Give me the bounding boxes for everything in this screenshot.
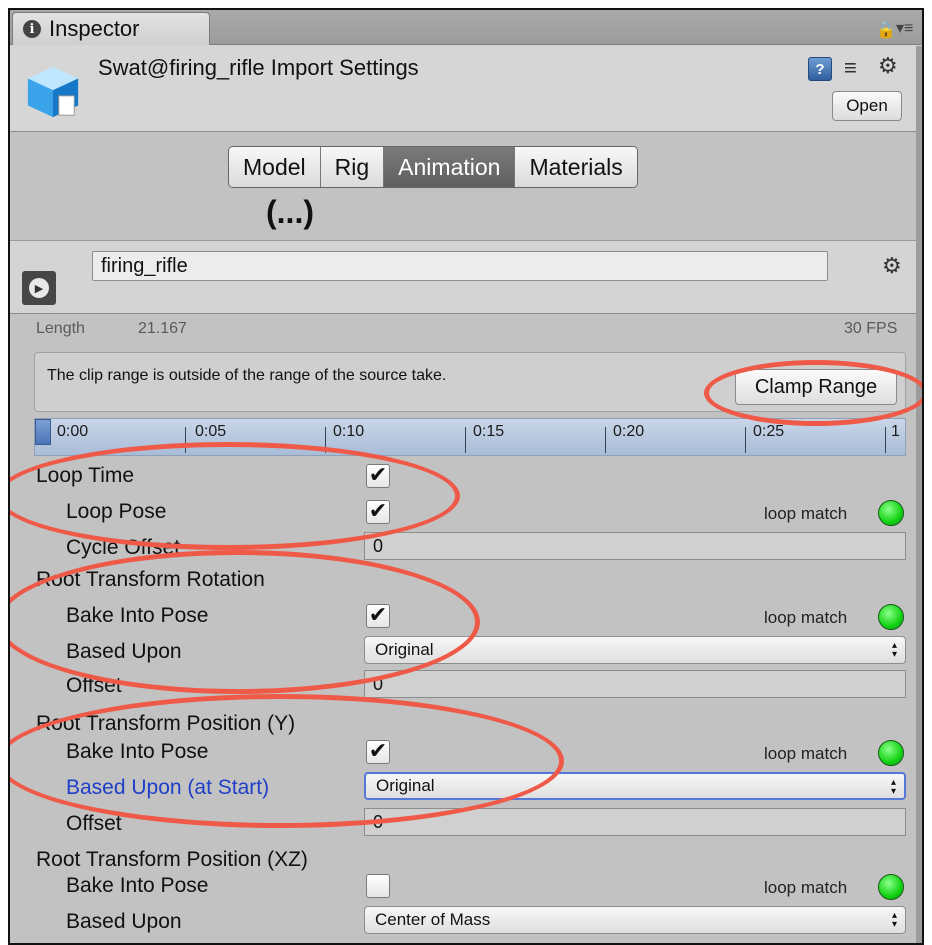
preset-icon[interactable]: ≡ bbox=[844, 55, 857, 81]
tab-menu-icon[interactable]: ▾≡ bbox=[896, 18, 913, 38]
clip-gear-icon[interactable]: ⚙ bbox=[882, 253, 902, 279]
rot-based-label: Based Upon bbox=[66, 640, 182, 663]
rot-bake-label: Bake Into Pose bbox=[66, 604, 209, 627]
select-arrow-icon: ▴ ▾ bbox=[890, 777, 896, 797]
posy-bake-checkbox[interactable]: ✔ bbox=[366, 740, 390, 764]
cycle-offset-label: Cycle Offset bbox=[66, 536, 180, 559]
tab-inspector[interactable]: i Inspector bbox=[12, 12, 210, 45]
rot-offset-field[interactable]: 0 bbox=[364, 670, 906, 698]
tick-label: 0:25 bbox=[753, 423, 785, 440]
help-icon[interactable]: ? bbox=[808, 57, 832, 81]
posxz-bake-label: Bake Into Pose bbox=[66, 874, 209, 897]
posy-based-label: Based Upon (at Start) bbox=[66, 776, 270, 799]
loop-time-label: Loop Time bbox=[36, 464, 135, 487]
tab-materials[interactable]: Materials bbox=[515, 147, 637, 187]
posy-section-label: Root Transform Position (Y) bbox=[36, 712, 296, 735]
loop-pose-checkbox[interactable]: ✔ bbox=[366, 500, 390, 524]
posxz-based-value: Center of Mass bbox=[375, 910, 491, 929]
tick-label: 0:05 bbox=[195, 423, 227, 440]
posy-offset-label: Offset bbox=[66, 812, 122, 835]
asset-title: Swat@firing_rifle Import Settings bbox=[98, 55, 419, 80]
tick-label: 0:20 bbox=[613, 423, 645, 440]
fps-label: 30 FPS bbox=[844, 320, 898, 337]
timeline-ruler[interactable]: 0:00 0:05 0:10 0:15 0:20 0:25 1 bbox=[34, 418, 906, 456]
open-button[interactable]: Open bbox=[832, 91, 902, 121]
loop-match-indicator bbox=[878, 740, 904, 766]
posy-offset-field[interactable]: 0 bbox=[364, 808, 906, 836]
posy-based-value: Original bbox=[376, 776, 435, 795]
tick-label: 0:00 bbox=[57, 423, 89, 440]
length-label: Length bbox=[36, 320, 85, 337]
posxz-based-label: Based Upon bbox=[66, 910, 182, 933]
tick-label: 1 bbox=[891, 423, 900, 440]
warning-text: The clip range is outside of the range o… bbox=[47, 367, 447, 384]
loop-match-label: loop match bbox=[764, 608, 848, 627]
loop-match-label: loop match bbox=[764, 878, 848, 897]
rot-based-value: Original bbox=[375, 640, 434, 659]
import-tabs: Model Rig Animation Materials bbox=[228, 146, 638, 188]
tick-mark bbox=[605, 427, 606, 453]
tab-model[interactable]: Model bbox=[229, 147, 321, 187]
tab-animation[interactable]: Animation bbox=[384, 147, 516, 187]
tick-mark bbox=[465, 427, 466, 453]
ellipsis-text: (...) bbox=[266, 194, 314, 230]
tick-label: 0:15 bbox=[473, 423, 505, 440]
tick-mark bbox=[885, 427, 886, 453]
loop-match-label: loop match bbox=[764, 504, 848, 523]
tab-rig[interactable]: Rig bbox=[320, 147, 385, 187]
rot-based-select[interactable]: Original ▴ ▾ bbox=[364, 636, 906, 664]
rot-offset-label: Offset bbox=[66, 674, 122, 697]
cube-icon bbox=[27, 66, 79, 118]
tick-mark bbox=[325, 427, 326, 453]
tick-mark bbox=[185, 427, 186, 453]
tick-label: 0:10 bbox=[333, 423, 365, 440]
cycle-offset-field[interactable]: 0 bbox=[364, 532, 906, 560]
clip-name-field[interactable]: firing_rifle bbox=[92, 251, 828, 281]
loop-match-indicator bbox=[878, 604, 904, 630]
clip-bar: ▶ firing_rifle ⚙ bbox=[10, 240, 922, 314]
tab-inspector-label: Inspector bbox=[49, 16, 140, 41]
play-icon: ▶ bbox=[29, 278, 49, 298]
inspector-window: i Inspector 🔒 ▾≡ Swat@firing_rifle Impor… bbox=[8, 8, 924, 945]
posxz-section-label: Root Transform Position (XZ) bbox=[36, 848, 308, 871]
loop-pose-label: Loop Pose bbox=[66, 500, 167, 523]
posy-based-select[interactable]: Original ▴ ▾ bbox=[364, 772, 906, 800]
gear-icon[interactable]: ⚙ bbox=[878, 53, 898, 79]
rot-bake-checkbox[interactable]: ✔ bbox=[366, 604, 390, 628]
loop-match-indicator bbox=[878, 500, 904, 526]
posy-bake-label: Bake Into Pose bbox=[66, 740, 209, 763]
clamp-range-button[interactable]: Clamp Range bbox=[735, 369, 897, 405]
play-button[interactable]: ▶ bbox=[22, 271, 56, 305]
select-arrow-icon: ▴ ▾ bbox=[891, 640, 897, 660]
length-value: 21.167 bbox=[138, 320, 187, 337]
playhead-handle[interactable] bbox=[35, 419, 51, 445]
loop-match-label: loop match bbox=[764, 744, 848, 763]
clip-range-warning: The clip range is outside of the range o… bbox=[34, 352, 906, 412]
tick-mark bbox=[745, 427, 746, 453]
loop-time-checkbox[interactable]: ✔ bbox=[366, 464, 390, 488]
asset-header: Swat@firing_rifle Import Settings ? ≡ ⚙ … bbox=[10, 45, 922, 132]
scrollbar[interactable] bbox=[916, 46, 922, 943]
posxz-based-select[interactable]: Center of Mass ▴ ▾ bbox=[364, 906, 906, 934]
rot-section-label: Root Transform Rotation bbox=[36, 568, 265, 591]
info-icon: i bbox=[23, 20, 41, 38]
loop-match-indicator bbox=[878, 874, 904, 900]
tab-strip: i Inspector 🔒 ▾≡ bbox=[10, 10, 922, 45]
select-arrow-icon: ▴ ▾ bbox=[891, 910, 897, 930]
posxz-bake-checkbox[interactable] bbox=[366, 874, 390, 898]
lock-icon[interactable]: 🔒 bbox=[876, 20, 896, 40]
